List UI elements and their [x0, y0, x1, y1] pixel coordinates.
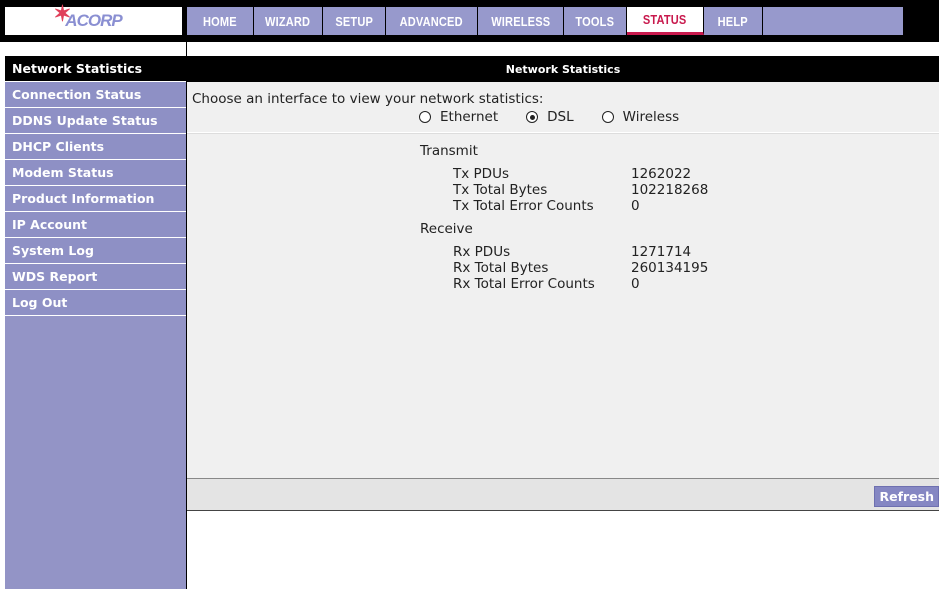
nav-advanced[interactable]: ADVANCED: [386, 7, 478, 35]
nav-wireless[interactable]: WIRELESS: [478, 7, 564, 35]
radio-dsl-label: DSL: [547, 109, 574, 125]
radio-dsl[interactable]: DSL: [526, 109, 574, 125]
nav-tools[interactable]: TOOLS: [564, 7, 627, 35]
sidebar-item-ip-account[interactable]: IP Account: [5, 212, 186, 238]
nav-setup[interactable]: SETUP: [323, 7, 386, 35]
refresh-button[interactable]: Refresh: [874, 486, 939, 507]
nav-home[interactable]: HOME: [187, 7, 254, 35]
nav-help[interactable]: HELP: [704, 7, 763, 35]
sidebar-item-product-information[interactable]: Product Information: [5, 186, 186, 212]
logo[interactable]: ✶ ACORP: [5, 1, 182, 35]
sidebar-item-system-log[interactable]: System Log: [5, 238, 186, 264]
sidebar-item-wds-report[interactable]: WDS Report: [5, 264, 186, 290]
main-nav: HOME WIZARD SETUP ADVANCED WIRELESS TOOL…: [187, 7, 903, 35]
tx-pdus-value: 1262022: [631, 166, 692, 182]
transmit-heading: Transmit: [420, 143, 478, 159]
nav-wizard[interactable]: WIZARD: [254, 7, 323, 35]
action-bar: Refresh: [187, 478, 939, 511]
radio-wireless-button[interactable]: [601, 111, 614, 123]
sidebar-item-modem-status[interactable]: Modem Status: [5, 160, 186, 186]
interface-radio-group: Ethernet DSL Wireless: [419, 109, 707, 125]
receive-heading: Receive: [420, 221, 473, 237]
nav-status[interactable]: STATUS: [627, 7, 704, 35]
sidebar: Network Statistics Connection Status DDN…: [5, 42, 186, 589]
tx-total-error-counts-value: 0: [631, 198, 640, 214]
rx-total-bytes-value: 260134195: [631, 260, 709, 276]
rx-total-error-counts-value: 0: [631, 276, 640, 292]
sidebar-item-network-statistics[interactable]: Network Statistics: [5, 56, 186, 82]
tx-total-bytes-label: Tx Total Bytes: [453, 182, 548, 198]
tx-total-bytes-value: 102218268: [631, 182, 709, 198]
interface-prompt: Choose an interface to view your network…: [192, 91, 544, 107]
radio-ethernet-button[interactable]: [419, 111, 431, 123]
tx-total-error-counts-label: Tx Total Error Counts: [453, 198, 594, 214]
rx-total-bytes-label: Rx Total Bytes: [453, 260, 549, 276]
radio-wireless[interactable]: Wireless: [601, 109, 680, 125]
statistics-panel: Transmit Tx PDUs 1262022 Tx Total Bytes …: [187, 133, 939, 479]
radio-dsl-button[interactable]: [526, 111, 539, 123]
page-title: Network Statistics: [187, 56, 939, 82]
sidebar-item-dhcp-clients[interactable]: DHCP Clients: [5, 134, 186, 160]
sidebar-item-connection-status[interactable]: Connection Status: [5, 82, 186, 108]
sidebar-spacer: [5, 42, 186, 56]
radio-ethernet-label: Ethernet: [440, 109, 499, 125]
interface-selector: Choose an interface to view your network…: [187, 82, 939, 132]
radio-ethernet[interactable]: Ethernet: [419, 109, 498, 125]
sidebar-item-log-out[interactable]: Log Out: [5, 290, 186, 316]
top-bar: ✶ ACORP HOME WIZARD SETUP ADVANCED WIREL…: [0, 0, 939, 42]
logo-text: ✶ ACORP: [53, 1, 122, 31]
nav-filler: [763, 7, 903, 35]
logo-label: ACORP: [65, 11, 122, 30]
rx-total-error-counts-label: Rx Total Error Counts: [453, 276, 595, 292]
rx-pdus-value: 1271714: [631, 244, 692, 260]
rx-pdus-label: Rx PDUs: [453, 244, 511, 260]
logo-star-icon: ✶: [53, 1, 71, 26]
tx-pdus-label: Tx PDUs: [453, 166, 509, 182]
sidebar-item-ddns-update-status[interactable]: DDNS Update Status: [5, 108, 186, 134]
radio-wireless-label: Wireless: [622, 109, 680, 125]
